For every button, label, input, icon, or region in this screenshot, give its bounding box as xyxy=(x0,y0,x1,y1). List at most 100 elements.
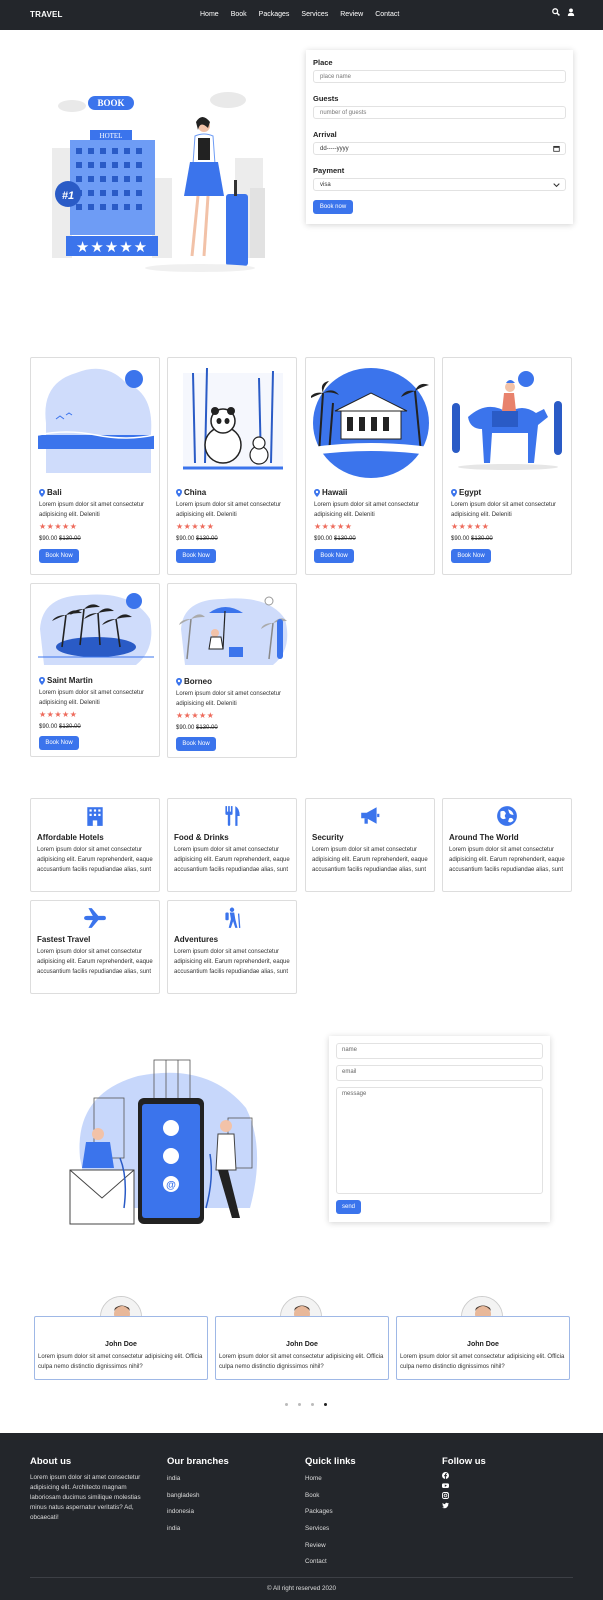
current-price: $90.00 xyxy=(39,536,58,542)
service-card-food: Food & Drinks Lorem ipsum dolor sit amet… xyxy=(167,798,297,892)
chevron-down-icon xyxy=(553,183,560,188)
nav-link-home[interactable]: Home xyxy=(200,11,219,18)
rating-stars: ★★★★★ xyxy=(176,711,215,720)
old-price: $130.00 xyxy=(471,536,493,542)
user-icon[interactable] xyxy=(567,8,575,16)
reviewer-name: John Doe xyxy=(467,1341,499,1348)
booking-form: Place place name Guests number of guests… xyxy=(306,50,573,224)
package-name: Egypt xyxy=(459,488,482,497)
service-card-adventures: Adventures Lorem ipsum dolor sit amet co… xyxy=(167,900,297,994)
service-card-security: Security Lorem ipsum dolor sit amet cons… xyxy=(305,798,435,892)
social-links xyxy=(442,1472,449,1509)
package-name: Hawaii xyxy=(322,488,348,497)
facebook-icon[interactable] xyxy=(442,1472,449,1479)
location-pin-icon xyxy=(176,488,182,497)
nav-link-review[interactable]: Review xyxy=(340,11,363,18)
guests-label: Guests xyxy=(313,94,339,103)
footer-link-home[interactable]: Home xyxy=(305,1475,333,1492)
guests-input[interactable]: number of guests xyxy=(313,106,566,119)
calendar-icon[interactable] xyxy=(553,145,560,152)
location-pin-icon xyxy=(451,488,457,497)
footer-link-review[interactable]: Review xyxy=(305,1542,333,1559)
package-price: $90.00 $130.00 xyxy=(451,536,493,542)
carousel-dot-active[interactable] xyxy=(324,1403,327,1406)
service-title: Adventures xyxy=(174,935,219,944)
bali-beach-image xyxy=(37,368,155,473)
service-description: Lorem ipsum dolor sit amet consectetur a… xyxy=(174,949,290,975)
package-name: Borneo xyxy=(184,677,212,686)
review-text: Lorem ipsum dolor sit amet consectetur a… xyxy=(219,1354,384,1370)
svg-text:@: @ xyxy=(166,1180,176,1191)
branches-list: india bangladesh indonesia india xyxy=(167,1475,200,1542)
location-pin-icon xyxy=(39,676,45,685)
book-now-button[interactable]: Book Now xyxy=(39,549,79,563)
search-icon[interactable] xyxy=(552,8,560,16)
footer-link-contact[interactable]: Contact xyxy=(305,1558,333,1575)
old-price: $130.00 xyxy=(59,724,81,730)
brand-logo[interactable]: TRAVEL xyxy=(30,10,63,19)
contact-illustration: @ xyxy=(69,1059,258,1225)
package-name: Bali xyxy=(47,488,62,497)
package-price: $90.00 $130.00 xyxy=(39,724,81,730)
footer-link-packages[interactable]: Packages xyxy=(305,1508,333,1525)
about-text: Lorem ipsum dolor sit amet consectetur a… xyxy=(30,1474,141,1521)
book-now-button[interactable]: Book Now xyxy=(176,549,216,563)
message-textarea[interactable]: message xyxy=(336,1087,543,1194)
branch-item: indonesia xyxy=(167,1508,194,1516)
review-text: Lorem ipsum dolor sit amet consectetur a… xyxy=(400,1354,565,1370)
review-text: Lorem ipsum dolor sit amet consectetur a… xyxy=(38,1354,203,1370)
contact-form: name email message send xyxy=(329,1036,550,1222)
branch-item: bangladesh xyxy=(167,1491,200,1499)
footer-link-services[interactable]: Services xyxy=(305,1525,333,1542)
instagram-icon[interactable] xyxy=(442,1492,449,1499)
old-price: $130.00 xyxy=(196,536,218,542)
service-title: Security xyxy=(312,833,344,842)
book-now-button[interactable]: Book Now xyxy=(451,549,491,563)
service-description: Lorem ipsum dolor sit amet consectetur a… xyxy=(449,847,565,873)
service-title: Food & Drinks xyxy=(174,833,229,842)
nav-link-contact[interactable]: Contact xyxy=(375,11,399,18)
send-button[interactable]: send xyxy=(336,1200,361,1214)
package-name: China xyxy=(184,488,207,497)
payment-label: Payment xyxy=(313,166,345,175)
book-now-button[interactable]: Book Now xyxy=(39,736,79,750)
name-input[interactable]: name xyxy=(336,1043,543,1059)
review-card: John Doe Lorem ipsum dolor sit amet cons… xyxy=(215,1316,389,1380)
place-input[interactable]: place name xyxy=(313,70,566,83)
youtube-icon[interactable] xyxy=(442,1482,449,1489)
twitter-icon[interactable] xyxy=(442,1502,449,1509)
service-description: Lorem ipsum dolor sit amet consectetur a… xyxy=(312,847,428,873)
footer-link-book[interactable]: Book xyxy=(305,1492,333,1509)
book-now-button[interactable]: Book Now xyxy=(314,549,354,563)
current-price: $90.00 xyxy=(176,725,195,731)
quick-links-heading: Quick links xyxy=(305,1456,356,1467)
rating-stars: ★★★★★ xyxy=(314,522,353,531)
rating-stars: ★★★★★ xyxy=(39,522,78,531)
book-now-button[interactable]: Book now xyxy=(313,200,353,214)
footer-divider xyxy=(30,1577,573,1578)
current-price: $90.00 xyxy=(314,536,333,542)
old-price: $130.00 xyxy=(334,536,356,542)
rating-stars: ★★★★★ xyxy=(176,522,215,531)
book-now-button[interactable]: Book Now xyxy=(176,737,216,751)
email-input[interactable]: email xyxy=(336,1065,543,1081)
nav-link-services[interactable]: Services xyxy=(301,11,328,18)
megaphone-icon xyxy=(361,807,380,824)
service-card-hotels: Affordable Hotels Lorem ipsum dolor sit … xyxy=(30,798,160,892)
rank-badge-text: #1 xyxy=(62,190,74,202)
package-price: $90.00 $130.00 xyxy=(39,536,81,542)
carousel-dot[interactable] xyxy=(285,1403,288,1406)
current-price: $90.00 xyxy=(176,536,195,542)
nav-link-packages[interactable]: Packages xyxy=(259,11,290,18)
rating-stars: ★★★★★ xyxy=(451,522,490,531)
nav-link-book[interactable]: Book xyxy=(231,11,247,18)
hotel-sign-text: HOTEL xyxy=(100,132,123,140)
nav-menu: Home Book Packages Services Review Conta… xyxy=(200,11,399,18)
carousel-dot[interactable] xyxy=(311,1403,314,1406)
package-description: Lorem ipsum dolor sit amet consectetur a… xyxy=(39,502,145,518)
payment-select[interactable]: visa xyxy=(313,178,566,191)
package-card-egypt: Egypt Lorem ipsum dolor sit amet consect… xyxy=(442,357,572,575)
hawaii-resort-image xyxy=(311,368,429,478)
arrival-date-input[interactable]: dd-----yyyy xyxy=(313,142,566,155)
carousel-dot[interactable] xyxy=(298,1403,301,1406)
